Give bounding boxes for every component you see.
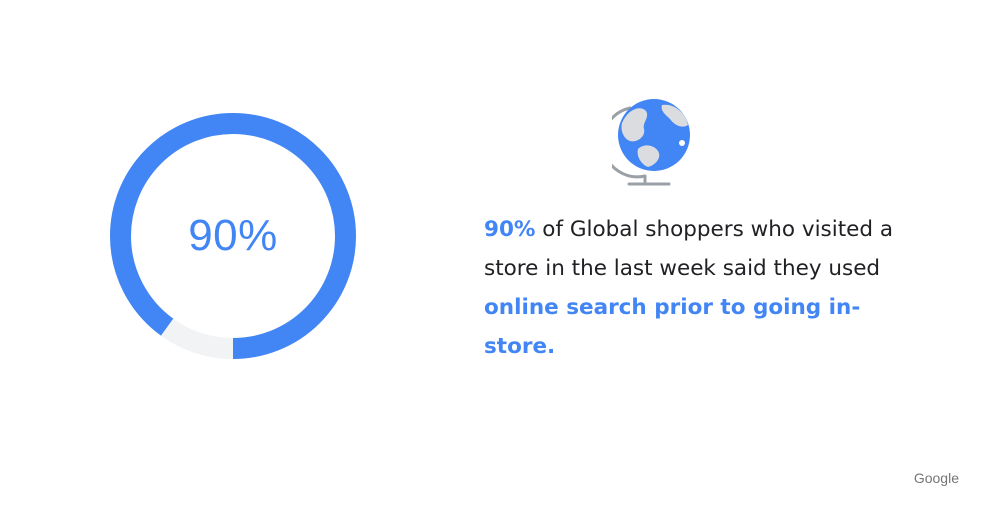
donut-chart: 90%	[110, 113, 356, 359]
globe-island	[679, 140, 685, 146]
google-logo: Google	[913, 470, 959, 486]
statement-body: of Global shoppers who visited a store i…	[484, 217, 894, 281]
globe-icon	[601, 93, 702, 193]
statement-text: 90% of Global shoppers who visited a sto…	[484, 210, 904, 366]
statement-highlight-phrase: online search prior to going in-store.	[484, 295, 861, 359]
statement-highlight-percent: 90%	[484, 217, 536, 242]
donut-center-label: 90%	[188, 211, 278, 260]
